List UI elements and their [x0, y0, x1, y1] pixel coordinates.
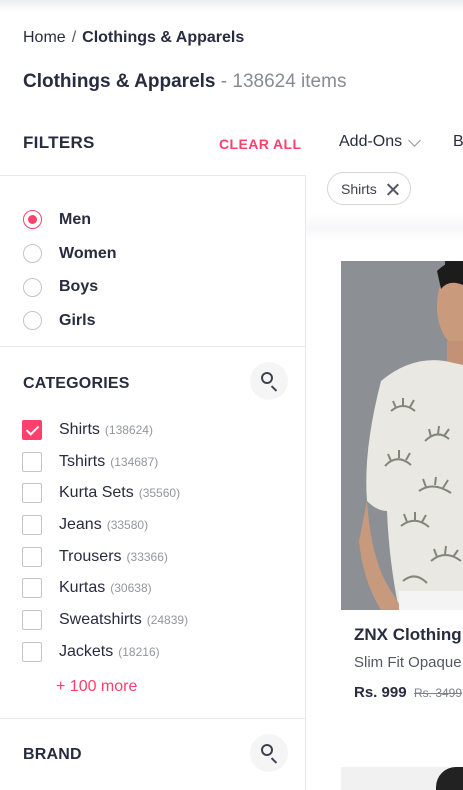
category-label: Jackets: [59, 642, 114, 660]
search-icon-handle: [270, 757, 278, 764]
category-item-jackets[interactable]: Jackets (18216): [22, 636, 188, 668]
gender-option-boys[interactable]: Boys: [23, 270, 116, 304]
category-item-jeans[interactable]: Jeans (33580): [22, 509, 188, 541]
checkbox-checked[interactable]: [22, 419, 42, 440]
brand-search-button[interactable]: [250, 734, 288, 772]
category-label: Kurtas: [59, 579, 106, 597]
category-count: (33580): [106, 517, 149, 532]
close-icon[interactable]: [387, 183, 399, 195]
category-count: (18216): [118, 644, 160, 659]
product-price: Rs. 999: [354, 684, 407, 701]
page-title-count: - 138624 items: [220, 71, 347, 92]
product-photo: [436, 767, 463, 790]
breadcrumb: Home / Clothings & Apparels: [23, 29, 244, 47]
breadcrumb-current: Clothings & Apparels: [82, 29, 245, 46]
category-label: Tshirts: [59, 452, 106, 470]
next-filter-dropdown[interactable]: B: [453, 133, 463, 151]
category-item-tshirts[interactable]: Tshirts (134687): [22, 446, 188, 478]
sidebar-divider: [305, 175, 306, 790]
filters-heading: FILTERS: [23, 133, 95, 152]
category-label: Sweatshirts: [59, 610, 142, 628]
chevron-down-icon: [408, 133, 422, 147]
categories-list: Shirts (138624) Tshirts (134687) Kurta S…: [22, 414, 188, 668]
category-item-kurta-sets[interactable]: Kurta Sets (35560): [22, 477, 188, 509]
results-header-shadow: [306, 212, 463, 240]
category-label: Kurta Sets: [59, 484, 134, 502]
category-item-shirts[interactable]: Shirts (138624): [22, 414, 188, 446]
category-item-kurtas[interactable]: Kurtas (30638): [22, 572, 188, 604]
divider: [0, 346, 306, 347]
checkbox[interactable]: [22, 546, 42, 567]
product-mrp: Rs. 3499: [414, 686, 463, 700]
divider: [0, 175, 306, 176]
product-brand[interactable]: ZNX Clothing: [354, 625, 462, 645]
gender-option-label: Men: [59, 210, 91, 228]
applied-filter-chip: Shirts: [327, 172, 411, 205]
breadcrumb-separator: /: [71, 29, 77, 46]
checkbox[interactable]: [22, 514, 42, 535]
category-count: (30638): [110, 581, 152, 596]
categories-heading: CATEGORIES: [23, 375, 130, 392]
search-icon: [261, 744, 273, 756]
checkbox[interactable]: [22, 578, 42, 599]
product-photo: [341, 261, 463, 610]
category-count: (35560): [138, 486, 181, 501]
search-icon: [261, 372, 273, 384]
category-item-sweatshirts[interactable]: Sweatshirts (24839): [22, 604, 188, 636]
radio-unselected[interactable]: [23, 244, 42, 264]
breadcrumb-home[interactable]: Home: [23, 29, 66, 46]
applied-filter-label: Shirts: [341, 180, 377, 197]
checkbox[interactable]: [22, 609, 42, 630]
brand-heading: BRAND: [23, 746, 82, 763]
category-label: Shirts: [59, 420, 100, 438]
page-title-name: Clothings & Apparels: [23, 71, 216, 92]
product-image[interactable]: [341, 767, 463, 790]
gender-option-label: Boys: [59, 278, 99, 296]
top-header-shadow: [0, 0, 463, 12]
more-categories-link[interactable]: + 100 more: [56, 678, 137, 696]
product-image[interactable]: [341, 261, 463, 610]
gender-filter: Men Women Boys Girls: [23, 203, 116, 338]
category-label: Jeans: [59, 515, 102, 533]
radio-unselected[interactable]: [23, 311, 42, 331]
category-label: Trousers: [59, 547, 122, 565]
search-icon-handle: [270, 385, 278, 392]
category-count: (24839): [146, 612, 189, 627]
addons-dropdown[interactable]: Add-Ons: [339, 133, 422, 151]
radio-selected[interactable]: [23, 210, 42, 230]
gender-option-men[interactable]: Men: [23, 203, 116, 237]
category-item-trousers[interactable]: Trousers (33366): [22, 541, 188, 573]
gender-option-girls[interactable]: Girls: [23, 304, 116, 338]
radio-unselected[interactable]: [23, 277, 42, 297]
clear-all-button[interactable]: CLEAR ALL: [219, 136, 301, 152]
page-title: Clothings & Apparels - 138624 items: [23, 71, 346, 93]
gender-option-label: Women: [59, 244, 117, 262]
category-count: (134687): [110, 454, 159, 469]
checkbox[interactable]: [22, 641, 42, 662]
category-count: (33366): [126, 549, 168, 564]
addons-label: Add-Ons: [339, 133, 403, 150]
checkbox[interactable]: [22, 451, 42, 472]
product-description[interactable]: Slim Fit Opaque: [354, 654, 462, 671]
divider: [0, 718, 306, 719]
checkbox[interactable]: [22, 483, 42, 504]
category-count: (138624): [104, 422, 153, 437]
gender-option-label: Girls: [59, 311, 96, 329]
gender-option-women[interactable]: Women: [23, 237, 116, 271]
categories-search-button[interactable]: [250, 362, 288, 400]
